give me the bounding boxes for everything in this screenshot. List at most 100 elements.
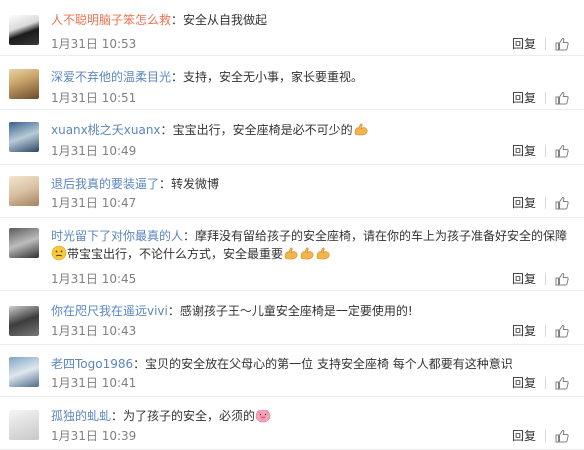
muscle-emoji (316, 247, 330, 260)
emoji-group (255, 409, 271, 423)
reply-button[interactable]: 回复 (512, 36, 536, 52)
separator-colon: ： (183, 229, 196, 243)
comment-item: 深爱不弃他的温柔目光：支持，安全无小事，家长要重视。 1月31日 10:51 回复 (0, 56, 584, 110)
comment-text-line: 退后我真的要装逼了：转发微博 (51, 175, 576, 193)
thumbs-up-icon (555, 91, 569, 105)
comment-body: 支持，安全无小事，家长要重视。 (183, 70, 364, 84)
comment-body-continued: 带宝宝出行，不论什么方式，安全最重要 (67, 247, 284, 261)
avatar[interactable] (9, 410, 39, 440)
username-link[interactable]: 老四Togo1986 (51, 357, 133, 371)
comment-item: xuanx桃之夭xuanx：宝宝出行，安全座椅是必不可少的 1月31日 10:49… (0, 110, 584, 165)
comment-timestamp: 1月31日 10:39 (51, 429, 137, 443)
avatar[interactable] (9, 69, 39, 99)
username-link[interactable]: xuanx桃之夭xuanx (51, 123, 161, 137)
like-button[interactable] (555, 91, 572, 105)
like-button[interactable] (555, 324, 572, 338)
reply-button[interactable]: 回复 (512, 195, 536, 211)
comment-text-line: 孤独的虬虬：为了孩子的安全，必须的 (51, 407, 576, 425)
action-divider (545, 325, 546, 337)
comment-actions: 回复 (512, 143, 572, 159)
thumbs-up-icon (555, 324, 569, 338)
comment-timestamp: 1月31日 10:53 (51, 37, 137, 51)
username-link[interactable]: 你在咫尺我在遥远vivi (51, 304, 168, 318)
reply-button[interactable]: 回复 (512, 375, 536, 391)
like-button[interactable] (555, 196, 572, 210)
comment-actions: 回复 (512, 90, 572, 106)
comment-timestamp: 1月31日 10:43 (51, 324, 137, 338)
action-divider (545, 273, 546, 285)
comment-item: 时光留下了对你最真的人：摩拜没有留给孩子的安全座椅，请在你的车上为孩子准备好安全… (0, 218, 584, 291)
like-button[interactable] (555, 376, 572, 390)
emoji-group (353, 123, 369, 137)
comment-body: 摩拜没有留给孩子的安全座椅，请在你的车上为孩子准备好安全的保障 (195, 229, 568, 243)
comment-body: 感谢孩子王～儿童安全座椅是一定要使用的! (179, 304, 413, 318)
muscle-emoji (354, 123, 368, 136)
avatar[interactable] (9, 122, 39, 152)
comment-actions: 回复 (512, 195, 572, 211)
comment-timestamp: 1月31日 10:41 (51, 376, 137, 390)
username-link[interactable]: 孤独的虬虬 (51, 409, 111, 423)
username-link[interactable]: 人不聪明脑子笨怎么救 (51, 13, 171, 27)
thumbs-up-icon (555, 37, 569, 51)
comment-text-line: 时光留下了对你最真的人：摩拜没有留给孩子的安全座椅，请在你的车上为孩子准备好安全… (51, 227, 576, 263)
action-divider (545, 145, 546, 157)
comment-body: 转发微博 (171, 177, 220, 191)
reply-button[interactable]: 回复 (512, 323, 536, 339)
comment-actions: 回复 (512, 375, 572, 391)
action-divider (545, 377, 546, 389)
like-button[interactable] (555, 37, 572, 51)
comment-body: 为了孩子的安全，必须的 (123, 409, 256, 423)
reply-button[interactable]: 回复 (512, 143, 536, 159)
thumbs-up-icon (555, 272, 569, 286)
muscle-emoji (284, 247, 298, 260)
comment-item: 人不聪明脑子笨怎么救：安全从自我做起 1月31日 10:53 回复 (0, 0, 584, 56)
comment-text-line: 老四Togo1986：宝贝的安全放在父母心的第一位 支持安全座椅 每个人都要有这… (51, 355, 576, 373)
comment-item: 老四Togo1986：宝贝的安全放在父母心的第一位 支持安全座椅 每个人都要有这… (0, 345, 584, 397)
thumbs-up-icon (555, 429, 569, 443)
comment-item: 你在咫尺我在遥远vivi：感谢孩子王～儿童安全座椅是一定要使用的! 1月31日 1… (0, 291, 584, 345)
comment-text-line: xuanx桃之夭xuanx：宝宝出行，安全座椅是必不可少的 (51, 121, 576, 139)
comment-actions: 回复 (512, 271, 572, 287)
thumbs-up-icon (555, 144, 569, 158)
reply-button[interactable]: 回复 (512, 428, 536, 444)
avatar[interactable] (9, 228, 39, 258)
comment-actions: 回复 (512, 428, 572, 444)
like-button[interactable] (555, 272, 572, 286)
comment-body: 宝贝的安全放在父母心的第一位 支持安全座椅 每个人都要有这种意识 (145, 357, 513, 371)
comment-actions: 回复 (512, 323, 572, 339)
reply-button[interactable]: 回复 (512, 271, 536, 287)
separator-colon: ： (167, 304, 180, 318)
avatar[interactable] (9, 306, 39, 336)
like-button[interactable] (555, 429, 572, 443)
thumbs-up-icon (555, 376, 569, 390)
muscle-emoji (300, 247, 314, 260)
comment-item: 退后我真的要装逼了：转发微博 1月31日 10:47 回复 (0, 165, 584, 218)
comment-text-line: 深爱不弃他的温柔目光：支持，安全无小事，家长要重视。 (51, 68, 576, 86)
comment-body: 宝宝出行，安全座椅是必不可少的 (172, 123, 353, 137)
action-divider (545, 197, 546, 209)
action-divider (545, 92, 546, 104)
pig-emoji (255, 409, 271, 423)
comment-item: 孤独的虬虬：为了孩子的安全，必须的 1月31日 10:39 回复 (0, 397, 584, 450)
comment-timestamp: 1月31日 10:49 (51, 144, 137, 158)
separator-colon: ： (171, 70, 184, 84)
thinking-emoji (51, 245, 67, 261)
comment-text-line: 你在咫尺我在遥远vivi：感谢孩子王～儿童安全座椅是一定要使用的! (51, 302, 576, 320)
separator-colon: ： (159, 177, 172, 191)
comment-body: 安全从自我做起 (183, 13, 268, 27)
comment-timestamp: 1月31日 10:51 (51, 91, 137, 105)
comment-timestamp: 1月31日 10:45 (51, 272, 137, 286)
comment-timestamp: 1月31日 10:47 (51, 196, 137, 210)
action-divider (545, 430, 546, 442)
avatar[interactable] (9, 176, 39, 206)
action-divider (545, 38, 546, 50)
username-link[interactable]: 退后我真的要装逼了 (51, 177, 159, 191)
avatar[interactable] (9, 357, 39, 387)
username-link[interactable]: 时光留下了对你最真的人 (51, 229, 183, 243)
thumbs-up-icon (555, 196, 569, 210)
reply-button[interactable]: 回复 (512, 90, 536, 106)
separator-colon: ： (133, 357, 146, 371)
username-link[interactable]: 深爱不弃他的温柔目光 (51, 70, 171, 84)
avatar[interactable] (9, 15, 39, 45)
like-button[interactable] (555, 144, 572, 158)
